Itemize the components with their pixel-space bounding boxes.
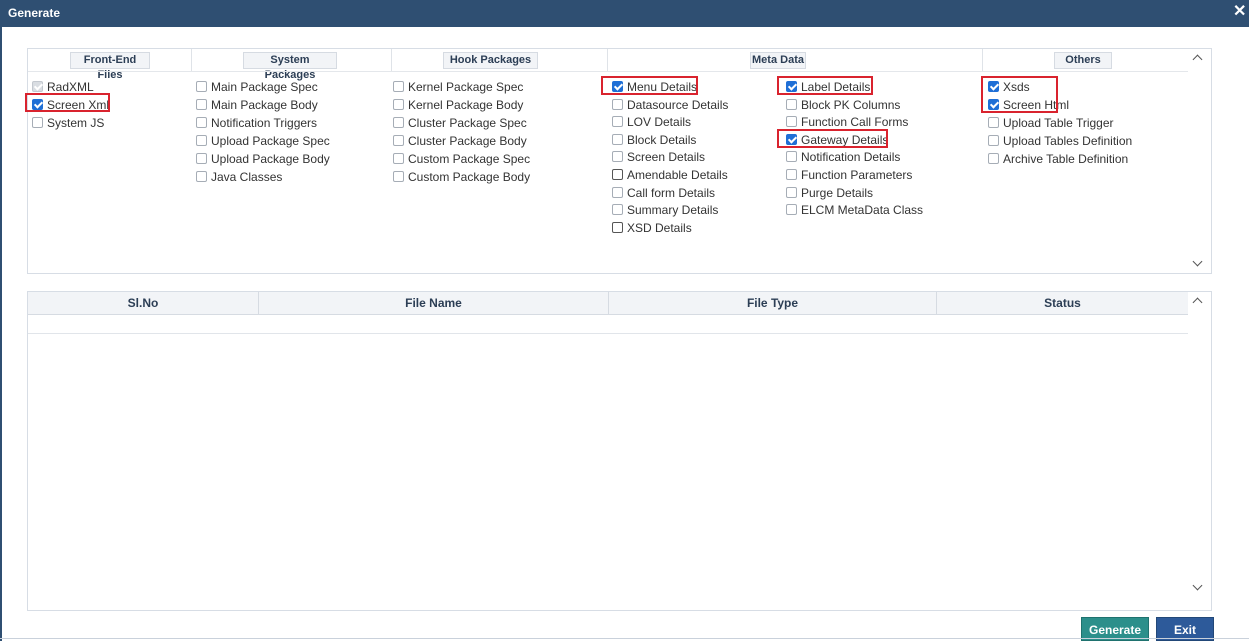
checkbox-elcm-metadata-class[interactable] (786, 204, 797, 216)
checkbox-block-pk-columns[interactable] (786, 98, 797, 110)
checkbox-archive-table-definition[interactable] (988, 153, 999, 164)
option-label: Upload Package Spec (211, 134, 330, 148)
table-row (28, 315, 1188, 334)
highlight-label-details (777, 76, 873, 95)
generated-files-table: Sl.No File Name File Type Status (27, 291, 1212, 611)
option-label: System JS (47, 116, 105, 130)
highlight-screen-xml (25, 93, 110, 112)
dialog-left-border (0, 27, 2, 641)
option-label: Upload Table Trigger (1003, 116, 1114, 130)
option-label: Function Parameters (801, 168, 913, 182)
column-status: Status (1044, 296, 1081, 310)
option-label: Cluster Package Spec (408, 116, 527, 130)
table-header: Sl.No File Name File Type Status (28, 292, 1188, 315)
checkbox-block-details[interactable] (612, 133, 623, 145)
option-label: Main Package Spec (211, 80, 318, 94)
option-label: Call form Details (627, 185, 716, 200)
checkbox-xsd-details[interactable] (612, 221, 623, 233)
option-label: Notification Details (801, 150, 901, 165)
option-label: Kernel Package Spec (408, 80, 524, 94)
option-label: Amendable Details (627, 168, 728, 182)
checkbox-purge-details[interactable] (786, 186, 797, 198)
column-divider (982, 49, 983, 71)
header-hook-packages: Hook Packages (443, 52, 538, 69)
highlight-menu-details (601, 76, 698, 95)
option-label: Java Classes (211, 170, 283, 184)
dialog-title: Generate (8, 6, 61, 20)
header-front-end-files: Front-End Files (70, 52, 150, 81)
option-label: Screen Details (627, 150, 706, 165)
close-icon[interactable]: ✕ (1233, 4, 1246, 20)
checkbox-upload-package-body[interactable] (196, 153, 207, 164)
highlight-others-checked (981, 76, 1058, 113)
checkbox-system-js[interactable] (32, 117, 43, 128)
option-label: Summary Details (627, 203, 719, 218)
checkbox-main-package-body[interactable] (196, 99, 207, 110)
checkbox-cluster-package-spec[interactable] (393, 117, 404, 128)
option-label: Block Details (627, 132, 697, 147)
highlight-gateway-details (777, 129, 888, 148)
header-others: Others (1054, 52, 1112, 69)
checkbox-notification-triggers[interactable] (196, 117, 207, 128)
checkbox-kernel-package-body[interactable] (393, 99, 404, 110)
checkbox-upload-package-spec[interactable] (196, 135, 207, 146)
checkbox-main-package-spec[interactable] (196, 81, 207, 92)
header-meta-data: Meta Data (750, 52, 806, 69)
column-divider (391, 49, 392, 71)
checkbox-summary-details[interactable] (612, 204, 623, 216)
checkbox-function-parameters[interactable] (786, 169, 797, 180)
generate-options-panel: Front-End Files System Packages Hook Pac… (25, 48, 1212, 274)
dialog-title-bar: Generate ✕ (0, 0, 1249, 27)
option-label: Upload Tables Definition (1003, 134, 1133, 148)
option-label: Notification Triggers (211, 116, 318, 130)
checkbox-screen-details[interactable] (612, 151, 623, 163)
checkbox-custom-package-body[interactable] (393, 171, 404, 182)
option-label: Upload Package Body (211, 152, 330, 166)
option-label: Archive Table Definition (1003, 152, 1129, 166)
checkbox-kernel-package-spec[interactable] (393, 81, 404, 92)
checkbox-cluster-package-body[interactable] (393, 135, 404, 146)
option-label: Main Package Body (211, 98, 318, 112)
column-divider (191, 49, 192, 71)
checkbox-radxml (32, 81, 43, 92)
option-label: Custom Package Spec (408, 152, 531, 166)
column-file-name: File Name (405, 296, 462, 310)
option-label: Kernel Package Body (408, 98, 524, 112)
option-label: LOV Details (627, 115, 692, 130)
column-sl-no: Sl.No (127, 296, 159, 310)
dialog-bottom-border (0, 638, 1249, 639)
checkbox-lov-details[interactable] (612, 116, 623, 128)
header-system-packages: System Packages (243, 52, 337, 81)
checkbox-function-call-forms[interactable] (786, 116, 797, 128)
column-divider (607, 49, 608, 71)
checkbox-call-form-details[interactable] (612, 186, 623, 198)
checkbox-upload-table-trigger[interactable] (988, 117, 999, 128)
checkbox-upload-tables-definition[interactable] (988, 135, 999, 146)
header-rule (28, 71, 1188, 72)
option-label: Purge Details (801, 185, 874, 200)
checkbox-java-classes[interactable] (196, 171, 207, 182)
checkbox-notification-details[interactable] (786, 151, 797, 163)
option-label: Cluster Package Body (408, 134, 527, 148)
column-file-type: File Type (746, 296, 799, 310)
option-label: Function Call Forms (801, 115, 909, 130)
option-label: Custom Package Body (408, 170, 531, 184)
checkbox-datasource-details[interactable] (612, 98, 623, 110)
option-label: XSD Details (627, 220, 692, 235)
checkbox-amendable-details[interactable] (612, 169, 623, 180)
option-label: Datasource Details (627, 97, 729, 112)
option-label: Block PK Columns (801, 97, 901, 112)
checkbox-custom-package-spec[interactable] (393, 153, 404, 164)
option-label: ELCM MetaData Class (801, 203, 924, 218)
